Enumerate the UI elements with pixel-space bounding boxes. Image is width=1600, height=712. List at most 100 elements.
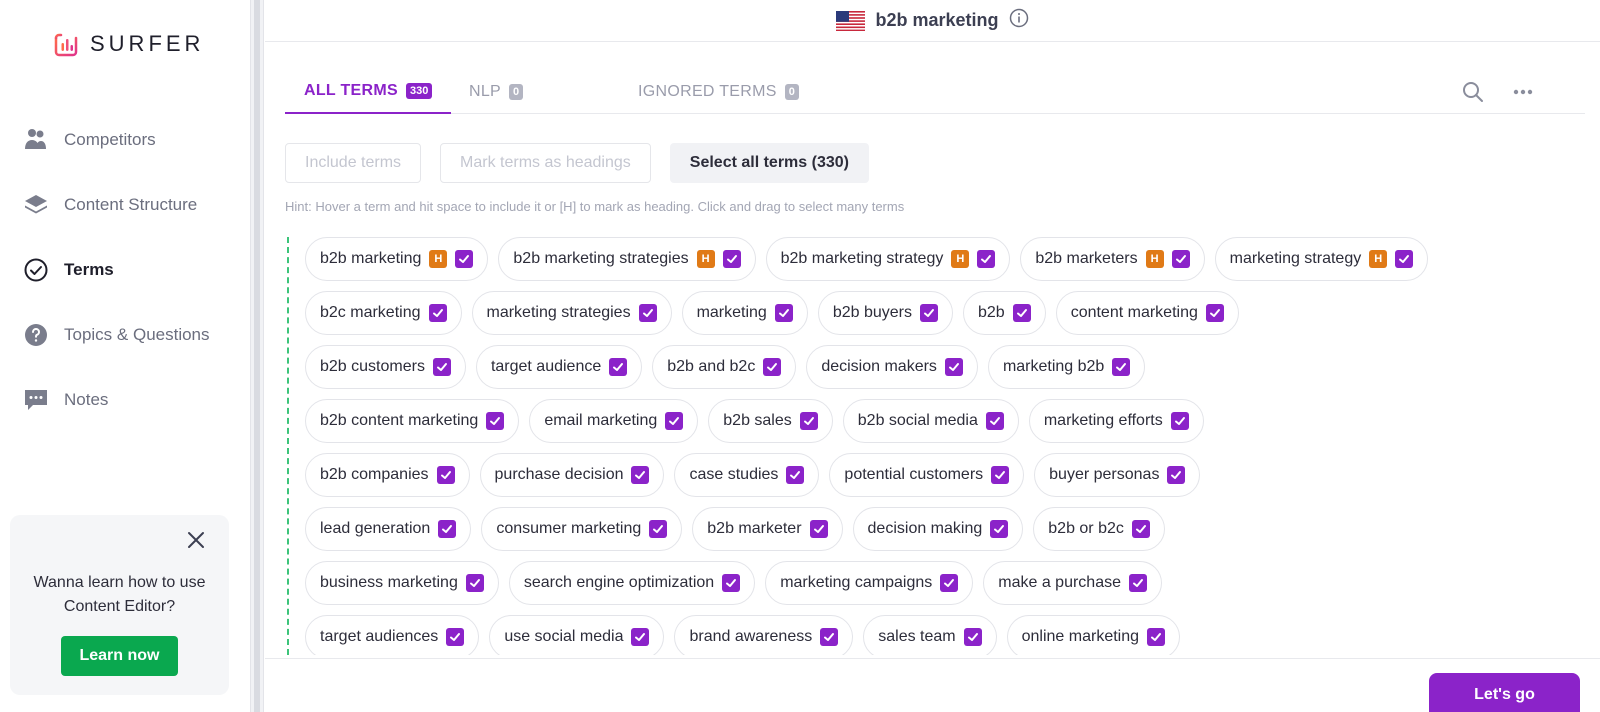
- checkbox-checked-icon[interactable]: [1395, 250, 1414, 268]
- checkbox-checked-icon[interactable]: [1171, 250, 1190, 268]
- checkbox-checked-icon[interactable]: [465, 574, 484, 592]
- checkbox-checked-icon[interactable]: [985, 412, 1004, 430]
- checkbox-checked-icon[interactable]: [1205, 304, 1224, 322]
- checkbox-checked-icon[interactable]: [786, 466, 805, 484]
- term-chip[interactable]: b2b or b2c: [1033, 507, 1165, 551]
- learn-now-button[interactable]: Learn now: [61, 636, 178, 676]
- term-chip[interactable]: email marketing: [529, 399, 699, 443]
- checkbox-checked-icon[interactable]: [1012, 304, 1031, 322]
- checkbox-checked-icon[interactable]: [809, 520, 828, 538]
- term-chip[interactable]: b2b marketer: [692, 507, 843, 551]
- sidebar-item-content-structure[interactable]: Content Structure: [22, 187, 197, 223]
- checkbox-checked-icon[interactable]: [1147, 628, 1166, 646]
- checkbox-checked-icon[interactable]: [609, 358, 628, 376]
- select-all-terms-button[interactable]: Select all terms (330): [669, 143, 869, 183]
- term-chip[interactable]: marketing campaigns: [765, 561, 974, 605]
- term-chip[interactable]: use social media: [489, 615, 665, 655]
- term-chip[interactable]: b2b content marketing: [305, 399, 520, 443]
- checkbox-checked-icon[interactable]: [428, 304, 447, 322]
- heading-badge[interactable]: H: [1145, 250, 1164, 268]
- checkbox-checked-icon[interactable]: [774, 304, 793, 322]
- term-chip[interactable]: search engine optimization: [508, 561, 756, 605]
- term-chip[interactable]: target audiences: [305, 615, 480, 655]
- checkbox-checked-icon[interactable]: [486, 412, 505, 430]
- checkbox-checked-icon[interactable]: [1167, 466, 1186, 484]
- checkbox-checked-icon[interactable]: [799, 412, 818, 430]
- include-terms-button[interactable]: Include terms: [285, 143, 422, 183]
- checkbox-checked-icon[interactable]: [432, 358, 451, 376]
- term-chip[interactable]: buyer personas: [1034, 453, 1201, 497]
- checkbox-checked-icon[interactable]: [919, 304, 938, 322]
- checkbox-checked-icon[interactable]: [820, 628, 839, 646]
- tab-ignored-terms[interactable]: IGNORED TERMS 0: [619, 70, 818, 114]
- surfer-logo[interactable]: SURFER: [52, 30, 204, 58]
- checkbox-checked-icon[interactable]: [638, 304, 657, 322]
- checkbox-checked-icon[interactable]: [990, 520, 1009, 538]
- term-chip[interactable]: b2b marketing H: [305, 237, 489, 281]
- heading-badge[interactable]: H: [696, 250, 715, 268]
- term-chip[interactable]: content marketing: [1055, 291, 1239, 335]
- sidebar-item-topics-questions[interactable]: Topics & Questions: [22, 317, 210, 353]
- term-chip[interactable]: consumer marketing: [481, 507, 683, 551]
- term-chip[interactable]: marketing strategy H: [1214, 237, 1429, 281]
- sidebar-item-notes[interactable]: Notes: [22, 382, 108, 418]
- checkbox-checked-icon[interactable]: [1129, 574, 1147, 592]
- tab-nlp[interactable]: NLP 0: [450, 70, 542, 114]
- term-chip[interactable]: b2b buyers: [817, 291, 953, 335]
- checkbox-checked-icon[interactable]: [649, 520, 668, 538]
- checkbox-checked-icon[interactable]: [940, 574, 959, 592]
- info-icon[interactable]: [1009, 8, 1029, 33]
- checkbox-checked-icon[interactable]: [455, 250, 474, 268]
- term-chip[interactable]: decision makers: [806, 345, 978, 389]
- term-chip[interactable]: decision making: [852, 507, 1024, 551]
- term-chip[interactable]: b2b marketing strategy H: [765, 237, 1011, 281]
- term-chip[interactable]: marketing strategies: [471, 291, 672, 335]
- checkbox-checked-icon[interactable]: [1112, 358, 1131, 376]
- term-chip[interactable]: case studies: [674, 453, 820, 497]
- checkbox-checked-icon[interactable]: [1131, 520, 1150, 538]
- mark-as-headings-button[interactable]: Mark terms as headings: [440, 143, 651, 183]
- checkbox-checked-icon[interactable]: [991, 466, 1010, 484]
- term-chip[interactable]: purchase decision: [479, 453, 665, 497]
- term-chip[interactable]: business marketing: [305, 561, 499, 605]
- checkbox-checked-icon[interactable]: [722, 250, 741, 268]
- term-chip[interactable]: marketing efforts: [1028, 399, 1204, 443]
- heading-badge[interactable]: H: [429, 250, 448, 268]
- checkbox-checked-icon[interactable]: [1170, 412, 1189, 430]
- term-chip[interactable]: potential customers: [829, 453, 1025, 497]
- checkbox-checked-icon[interactable]: [722, 574, 741, 592]
- checkbox-checked-icon[interactable]: [438, 520, 457, 538]
- term-chip[interactable]: b2b sales: [708, 399, 833, 443]
- term-chip[interactable]: b2b and b2c: [652, 345, 797, 389]
- heading-badge[interactable]: H: [1369, 250, 1388, 268]
- term-chip[interactable]: b2b marketing strategies H: [498, 237, 756, 281]
- checkbox-checked-icon[interactable]: [963, 628, 982, 646]
- checkbox-checked-icon[interactable]: [763, 358, 782, 376]
- term-chip[interactable]: b2b customers: [305, 345, 466, 389]
- term-chip[interactable]: b2b marketers H: [1020, 237, 1205, 281]
- term-chip[interactable]: marketing: [681, 291, 808, 335]
- term-chip[interactable]: b2b: [962, 291, 1046, 335]
- checkbox-checked-icon[interactable]: [436, 466, 455, 484]
- checkbox-checked-icon[interactable]: [446, 628, 465, 646]
- term-chip[interactable]: make a purchase: [983, 561, 1162, 605]
- term-chip[interactable]: b2b companies: [305, 453, 470, 497]
- sidebar-item-terms[interactable]: Terms: [22, 252, 114, 288]
- more-options-icon[interactable]: [1511, 80, 1535, 104]
- checkbox-checked-icon[interactable]: [944, 358, 963, 376]
- checkbox-checked-icon[interactable]: [631, 466, 650, 484]
- checkbox-checked-icon[interactable]: [977, 250, 996, 268]
- term-chip[interactable]: b2c marketing: [305, 291, 462, 335]
- term-chip[interactable]: online marketing: [1006, 615, 1181, 655]
- checkbox-checked-icon[interactable]: [665, 412, 684, 430]
- close-icon[interactable]: [185, 529, 207, 551]
- term-chip[interactable]: brand awareness: [674, 615, 854, 655]
- sidebar-resize-handle[interactable]: [250, 0, 264, 712]
- heading-badge[interactable]: H: [951, 250, 970, 268]
- term-chip[interactable]: sales team: [863, 615, 997, 655]
- term-chip[interactable]: lead generation: [305, 507, 472, 551]
- term-chip[interactable]: target audience: [475, 345, 643, 389]
- term-chip[interactable]: b2b social media: [842, 399, 1019, 443]
- lets-go-button[interactable]: Let's go: [1429, 673, 1580, 712]
- tab-all-terms[interactable]: ALL TERMS 330: [285, 70, 452, 114]
